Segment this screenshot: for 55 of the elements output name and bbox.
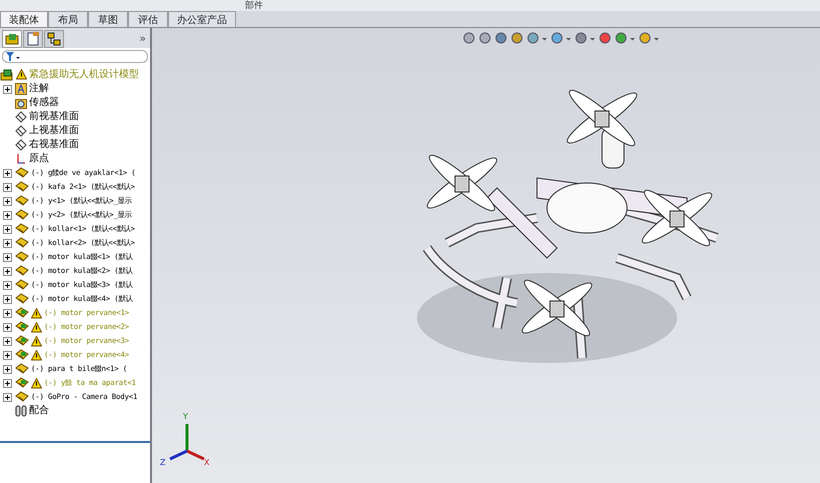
z-axis-label: Z [160,458,166,467]
tree-item[interactable]: 原点 [29,153,49,165]
part-icon [15,265,29,277]
configuration-tab[interactable] [44,30,64,48]
part-icon [15,251,29,263]
warning-icon [31,378,42,388]
tree-item[interactable]: 前视基准面 [29,111,79,123]
warning-icon [16,69,27,80]
warning-icon [31,322,42,332]
part-icon [15,195,29,207]
warning-icon [31,336,42,346]
toolbar-label: 部件 [245,0,263,10]
annotation-icon [15,83,27,95]
filter-icon [6,52,20,62]
plane-icon [15,111,27,123]
assembly-icon [0,68,14,80]
part-icon [15,363,29,375]
tree-item[interactable]: 上视基准面 [29,125,79,137]
part-icon [15,223,29,235]
tree-item[interactable]: 紧急援助无人机设计模型 [29,68,139,80]
feature-tree-tab[interactable] [2,30,22,48]
part-icon [15,391,29,403]
part-icon [15,307,29,319]
part-icon [15,181,29,193]
tree-item[interactable]: 传感器 [29,97,59,109]
mates-icon [15,405,27,417]
part-icon [15,335,29,347]
command-tab[interactable]: 装配体 [0,11,48,27]
command-tab[interactable]: 评估 [128,11,168,27]
part-icon [15,321,29,333]
warning-icon [31,350,42,360]
part-icon [15,279,29,291]
sensor-icon [15,97,27,109]
x-axis-label: X [204,458,210,467]
origin-icon [15,153,27,165]
expand-panel-button[interactable]: » [139,32,150,44]
command-tab[interactable]: 布局 [48,11,88,27]
tree-item[interactable]: 注解 [29,83,49,95]
warning-icon [31,308,42,318]
part-icon [15,167,29,179]
command-tab[interactable]: 草图 [88,11,128,27]
tree-item[interactable]: 右视基准面 [29,139,79,151]
plane-icon [15,139,27,151]
property-manager-tab[interactable] [23,30,43,48]
command-tab[interactable]: 办公室产品 [168,11,236,27]
filter-field[interactable] [2,50,148,63]
tree-item[interactable]: 配合 [29,405,49,417]
part-icon [15,237,29,249]
expand-toggle-icon[interactable] [3,84,12,94]
part-icon [15,209,29,221]
part-icon [15,349,29,361]
y-axis-label: Y [183,412,188,421]
part-icon [15,377,29,389]
part-icon [15,293,29,305]
plane-icon [15,125,27,137]
